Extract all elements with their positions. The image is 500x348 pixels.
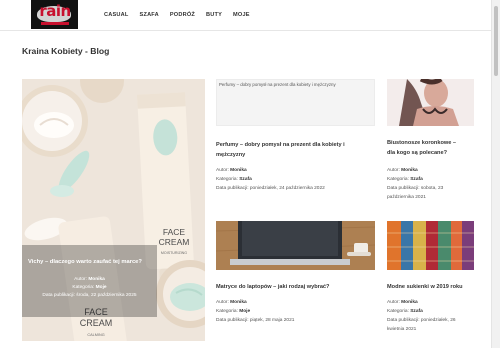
page-scrollbar[interactable]	[491, 0, 500, 348]
date-value: kwietnia 2021	[387, 327, 417, 332]
logo-text: rain	[39, 2, 71, 20]
page-title: Kraina Kobiety - Blog	[22, 46, 110, 56]
author-name[interactable]: Monika	[401, 168, 418, 173]
logo-underline	[41, 22, 69, 25]
post-title-line: Perfumy – dobry pomysł na prezent dla ko…	[216, 142, 345, 148]
nav-item-buty[interactable]: BUTY	[206, 12, 222, 18]
post-title-line: mężczyzny	[216, 152, 246, 158]
date-value: środa, 22 października 2025	[76, 293, 137, 298]
post-meta: Autor: Monika Kategoria: Szafa Data publ…	[387, 298, 456, 334]
date-label: Data publikacji:	[216, 318, 249, 323]
post-image-biustonosze[interactable]	[387, 79, 474, 126]
category-name[interactable]: Szafa	[239, 177, 252, 182]
category-label: Kategoria:	[387, 177, 409, 182]
post-title[interactable]: Modne sukienki w 2019 roku	[387, 282, 483, 292]
featured-post-author: Autor: Monika	[22, 277, 157, 282]
author-name[interactable]: Monika	[88, 277, 105, 282]
post-image-perfumy[interactable]: Perfumy – dobry pomysł na prezent dla ko…	[216, 79, 375, 126]
site-logo[interactable]: rain	[31, 0, 78, 29]
category-name[interactable]: Moje	[96, 285, 107, 290]
post-meta: Autor: Monika Kategoria: Moje Data publi…	[216, 298, 294, 325]
category-label: Kategoria:	[216, 177, 238, 182]
author-label: Autor:	[387, 168, 400, 173]
date-label: Data publikacji:	[216, 186, 249, 191]
nav-item-casual[interactable]: CASUAL	[104, 12, 129, 18]
date-value: października 2021	[387, 195, 426, 200]
date-value: piątek, 28 maja 2021	[249, 318, 295, 323]
post-title[interactable]: Biustonosze koronkowe – dla kogo są pole…	[387, 138, 483, 158]
post-card-perfumy[interactable]: Perfumy – dobry pomysł na prezent dla ko…	[216, 79, 375, 194]
category-label: Kategoria:	[72, 285, 95, 290]
post-title-line: dla kogo są polecane?	[387, 150, 447, 156]
tube1-line1: FACE	[163, 227, 186, 237]
post-title-line: Biustonosze koronkowe –	[387, 140, 457, 146]
post-meta: Autor: Monika Kategoria: Szafa Data publ…	[387, 166, 443, 202]
category-name[interactable]: Szafa	[410, 309, 423, 314]
featured-post-title[interactable]: Vichy – dlaczego warto zaufać tej marce?	[28, 259, 150, 265]
category-label: Kategoria:	[216, 309, 238, 314]
date-label: Data publikacji:	[387, 186, 420, 191]
post-card-sukienki[interactable]: Modne sukienki w 2019 roku Autor: Monika…	[387, 221, 487, 333]
featured-post[interactable]: FACE CREAM MOISTURIZING FACE CREAM CALMI…	[22, 79, 205, 341]
post-card-matryce[interactable]: Matryce do laptopów – jaki rodzaj wybrać…	[216, 221, 375, 331]
post-title[interactable]: Perfumy – dobry pomysł na prezent dla ko…	[216, 140, 375, 160]
author-label: Autor:	[216, 168, 229, 173]
broken-image-alt: Perfumy – dobry pomysł na prezent dla ko…	[219, 82, 336, 87]
tube1-line2: CREAM	[159, 237, 190, 247]
nav-item-szafa[interactable]: SZAFA	[140, 12, 159, 18]
date-label: Data publikacji:	[42, 293, 75, 298]
post-image-sukienki[interactable]	[387, 221, 474, 270]
author-label: Autor:	[216, 300, 229, 305]
post-title[interactable]: Matryce do laptopów – jaki rodzaj wybrać…	[216, 282, 375, 292]
post-meta: Autor: Monika Kategoria: Szafa Data publ…	[216, 166, 325, 193]
tube2-line3: CALMING	[87, 333, 104, 337]
date-value: sobota, 23	[420, 186, 444, 191]
author-label: Autor:	[387, 300, 400, 305]
site-header: rain CASUAL SZAFA PODRÓŻ BUTY MOJE	[0, 0, 492, 31]
scrollbar-thumb[interactable]	[494, 6, 498, 76]
nav-item-moje[interactable]: MOJE	[233, 12, 250, 18]
author-label: Autor:	[74, 277, 87, 282]
main-nav: CASUAL SZAFA PODRÓŻ BUTY MOJE	[104, 12, 261, 18]
author-name[interactable]: Monika	[230, 300, 247, 305]
date-label: Data publikacji:	[387, 318, 420, 323]
post-image-matryce[interactable]	[216, 221, 375, 270]
featured-post-date: Data publikacji: środa, 22 października …	[22, 293, 157, 298]
tube1-line3: MOISTURIZING	[161, 251, 187, 255]
tube2-line2: CREAM	[80, 318, 113, 328]
category-label: Kategoria:	[387, 309, 409, 314]
author-name[interactable]: Monika	[230, 168, 247, 173]
date-value: poniedziałek, 26	[420, 318, 456, 323]
date-value: poniedziałek, 24 października 2022	[249, 186, 325, 191]
nav-item-podroz[interactable]: PODRÓŻ	[170, 12, 195, 18]
category-name[interactable]: Szafa	[410, 177, 423, 182]
featured-post-category: Kategoria: Moje	[22, 285, 157, 290]
post-card-biustonosze[interactable]: Biustonosze koronkowe – dla kogo są pole…	[387, 79, 487, 202]
author-name[interactable]: Monika	[401, 300, 418, 305]
category-name[interactable]: Moje	[239, 309, 250, 314]
